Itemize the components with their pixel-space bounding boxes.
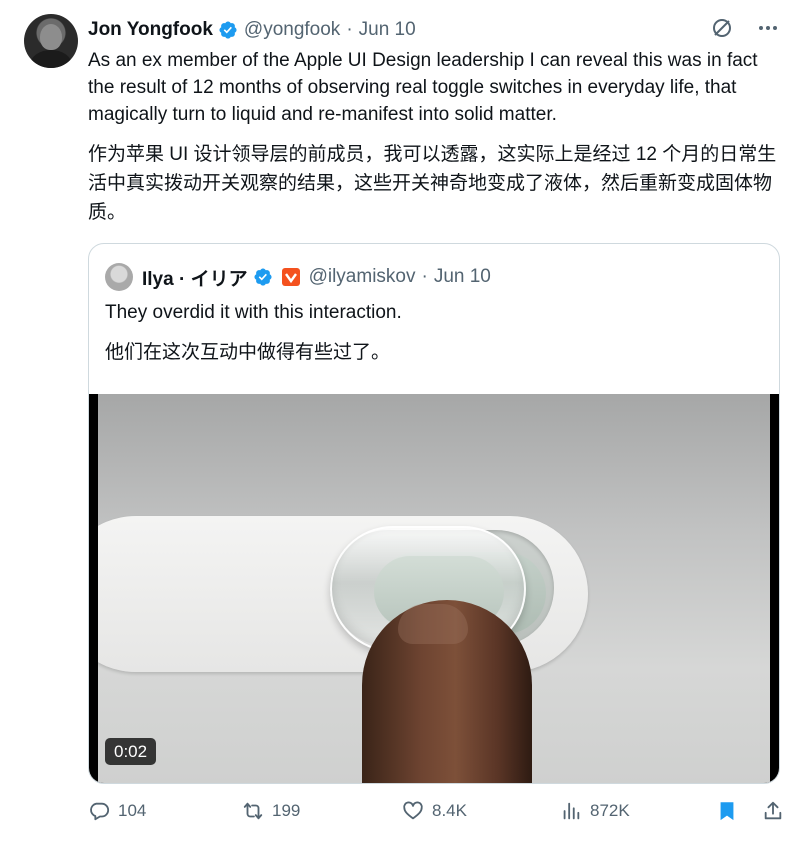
like-button[interactable]: 8.4K	[402, 800, 467, 822]
tweet[interactable]: Jon Yongfook @yongfook · Jun 10 As an ex…	[0, 0, 800, 841]
separator: ·	[421, 266, 428, 287]
quote-date[interactable]: Jun 10	[434, 266, 491, 288]
share-icon	[764, 801, 782, 820]
repost-button[interactable]: 199	[242, 800, 300, 822]
reply-count: 104	[118, 801, 147, 820]
repost-count: 199	[272, 801, 301, 820]
quote-author-handle[interactable]: @ilyamiskov	[309, 266, 416, 288]
views-count: 872K	[590, 801, 630, 820]
quote-header: Ilya · イリア @ilyamiskov · Jun 10	[105, 263, 491, 291]
avatar-face	[40, 24, 62, 50]
analytics-icon	[563, 802, 580, 820]
video-duration-badge: 0:02	[105, 738, 157, 765]
avatar[interactable]	[24, 14, 78, 68]
more-icon[interactable]	[756, 16, 780, 40]
bookmark-button[interactable]	[716, 800, 738, 822]
finger-highlight-illustration	[398, 604, 468, 644]
like-count: 8.4K	[432, 801, 467, 820]
bookmark-icon	[720, 802, 734, 821]
quoted-tweet[interactable]: Ilya · イリア @ilyamiskov · Jun 10 They ove…	[88, 243, 780, 784]
quote-avatar[interactable]	[105, 263, 133, 291]
heart-icon	[403, 801, 423, 820]
tweet-text-translation: 作为苹果 UI 设计领导层的前成员，我可以透露，这实际上是经过 12 个月的日常…	[88, 144, 777, 223]
views-button[interactable]: 872K	[560, 800, 630, 822]
verified-icon	[218, 20, 238, 40]
video-player[interactable]: 0:02	[89, 394, 779, 783]
quote-text-translation: 他们在这次互动中做得有些过了。	[105, 342, 391, 363]
repost-icon	[243, 802, 263, 820]
top-icons	[710, 16, 780, 40]
reply-button[interactable]: 104	[88, 800, 146, 822]
author-name[interactable]: Jon Yongfook	[88, 19, 213, 41]
author-handle[interactable]: @yongfook	[244, 19, 340, 41]
tweet-header: Jon Yongfook @yongfook · Jun 10	[88, 17, 416, 43]
action-bar: 104 199 8.4K 872K	[88, 800, 788, 828]
video-frame[interactable]	[98, 394, 770, 783]
verified-icon	[253, 267, 273, 287]
avatar-shoulders	[30, 50, 72, 68]
quote-text: They overdid it with this interaction.	[105, 302, 402, 323]
quote-author-name[interactable]: Ilya · イリア	[142, 264, 248, 291]
tweet-date[interactable]: Jun 10	[359, 19, 416, 41]
grok-icon[interactable]	[710, 16, 734, 40]
reply-icon	[90, 802, 110, 821]
share-button[interactable]	[762, 800, 784, 822]
tweet-text: As an ex member of the Apple UI Design l…	[88, 50, 758, 125]
affiliate-badge-icon[interactable]	[281, 267, 301, 287]
separator: ·	[346, 19, 353, 40]
